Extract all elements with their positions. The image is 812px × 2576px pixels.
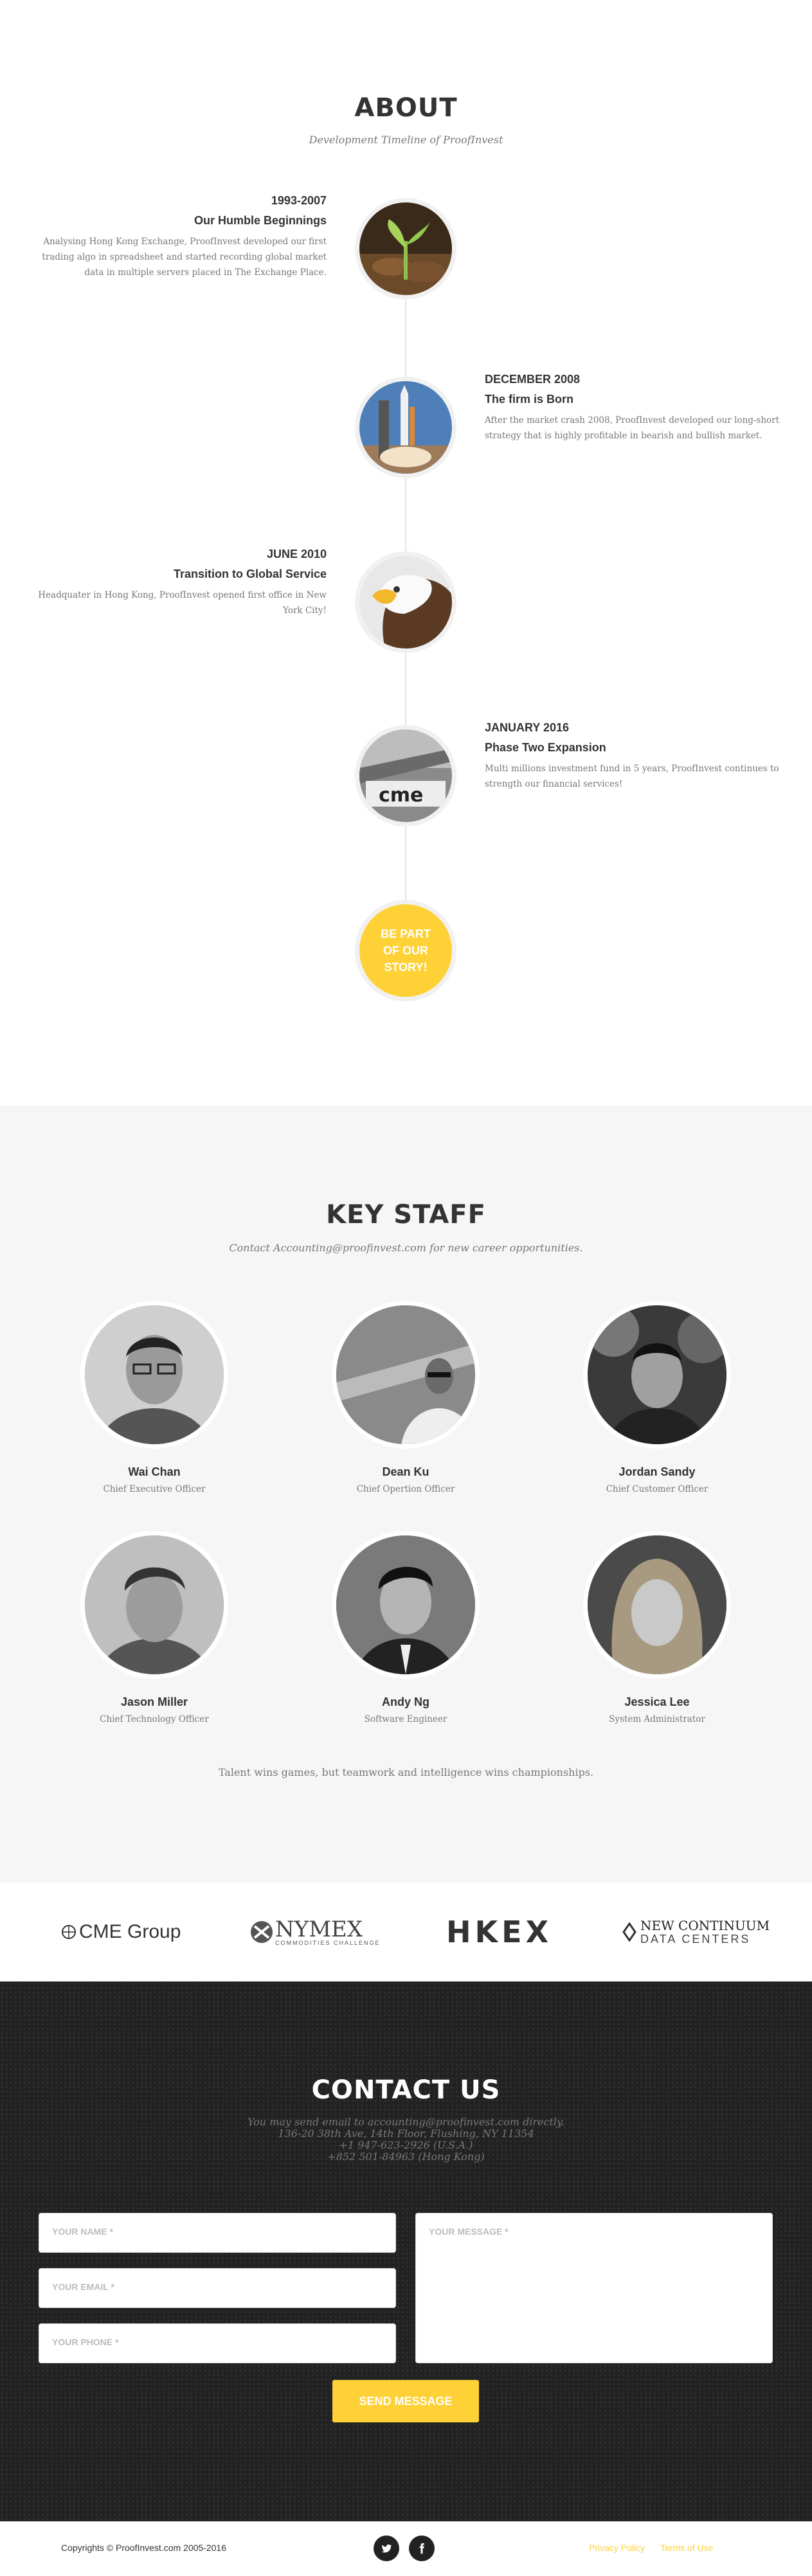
cme-group-text: CME Group bbox=[79, 1921, 181, 1942]
nc-bottom-text: DATA CENTERS bbox=[640, 1933, 751, 1945]
cme-group-logo: CME Group bbox=[61, 1913, 181, 1951]
about-subtitle: Development Timeline of ProofInvest bbox=[309, 134, 503, 146]
contact-line: +852 501-84963 (Hong Kong) bbox=[327, 2151, 485, 2163]
staff-name: Jason Miller bbox=[120, 1695, 188, 1708]
avatar bbox=[80, 1301, 228, 1449]
privacy-policy-link[interactable]: Privacy Policy bbox=[589, 2543, 645, 2553]
nymex-emblem-icon bbox=[251, 1921, 273, 1943]
svg-text:cme: cme bbox=[379, 784, 423, 807]
contact-line: You may send email to accounting@proofin… bbox=[248, 2116, 564, 2128]
staff-member: Andy Ng Software Engineer bbox=[309, 1531, 502, 1724]
staff-member: Wai Chan Chief Executive Officer bbox=[58, 1301, 251, 1494]
timeline-description: Multi millions investment fund in 5 year… bbox=[485, 764, 779, 789]
staff-role: Chief Executive Officer bbox=[103, 1484, 206, 1494]
timeline-heading: Transition to Global Service bbox=[173, 568, 327, 580]
timeline-date: JUNE 2010 bbox=[266, 548, 327, 560]
nymex-text: NYMEX bbox=[275, 1916, 363, 1942]
rocket-launch-photo bbox=[355, 377, 456, 478]
staff-member: Jordan Sandy Chief Customer Officer bbox=[561, 1301, 753, 1494]
seedling-photo bbox=[355, 198, 456, 300]
staff-subtitle: Contact Accounting@proofinvest.com for n… bbox=[229, 1242, 583, 1254]
avatar bbox=[583, 1301, 731, 1449]
hkex-text: HKEX bbox=[446, 1915, 553, 1949]
twitter-link[interactable] bbox=[374, 2536, 399, 2561]
timeline-description: Headquater in Hong Kong, ProofInvest ope… bbox=[38, 590, 327, 616]
avatar bbox=[332, 1531, 480, 1679]
partner-logos: CME Group NYMEX COMMODITIES CHALLENGE HK… bbox=[0, 1883, 812, 1981]
staff-member: Jessica Lee System Administrator bbox=[561, 1531, 753, 1724]
facebook-link[interactable] bbox=[409, 2536, 435, 2561]
copyright-text: Copyrights © ProofInvest.com 2005-2016 bbox=[61, 2543, 227, 2553]
staff-member: Jason Miller Chief Technology Officer bbox=[58, 1531, 251, 1724]
email-field[interactable]: YOUR EMAIL * bbox=[39, 2268, 396, 2308]
eagle-photo bbox=[355, 551, 456, 653]
new-continuum-logo: NEW CONTINUUM DATA CENTERS bbox=[622, 1913, 770, 1951]
message-field[interactable]: YOUR MESSAGE * bbox=[415, 2213, 773, 2363]
facebook-icon bbox=[419, 2543, 424, 2554]
staff-name: Wai Chan bbox=[128, 1465, 181, 1478]
timeline-item-3: JUNE 2010 Transition to Global Service H… bbox=[31, 548, 327, 618]
nymex-subtext: COMMODITIES CHALLENGE bbox=[275, 1939, 381, 1946]
nc-top-text: NEW CONTINUUM bbox=[640, 1918, 770, 1933]
staff-name: Jessica Lee bbox=[624, 1695, 690, 1708]
avatar bbox=[332, 1301, 480, 1449]
globe-icon bbox=[62, 1925, 76, 1939]
hkex-logo: HKEX bbox=[446, 1913, 552, 1951]
staff-role: Chief Customer Officer bbox=[606, 1484, 708, 1494]
timeline-description: Analysing Hong Kong Exchange, ProofInves… bbox=[42, 237, 327, 278]
avatar bbox=[80, 1531, 228, 1679]
staff-role: Chief Opertion Officer bbox=[356, 1484, 455, 1494]
send-message-button[interactable]: SEND MESSAGE bbox=[332, 2380, 479, 2422]
twitter-icon bbox=[381, 2544, 392, 2553]
key-staff-section: KEY STAFF Contact Accounting@proofinvest… bbox=[0, 1105, 812, 1883]
contact-line: +1 947-623-2926 (U.S.A.) bbox=[339, 2139, 473, 2151]
be-part-of-story-button[interactable]: BE PART OF OUR STORY! bbox=[355, 900, 456, 1001]
terms-of-use-link[interactable]: Terms of Use bbox=[660, 2543, 713, 2553]
timeline-date: JANUARY 2016 bbox=[485, 721, 570, 734]
footer: Copyrights © ProofInvest.com 2005-2016 P… bbox=[0, 2521, 812, 2576]
cme-building-photo: cme bbox=[355, 725, 456, 827]
avatar bbox=[583, 1531, 731, 1679]
contact-line: 136-20 38th Ave, 14th Floor, Flushing, N… bbox=[278, 2127, 534, 2140]
timeline-heading: Phase Two Expansion bbox=[485, 741, 606, 754]
nc-emblem-icon bbox=[622, 1922, 636, 1942]
timeline-date: 1993-2007 bbox=[271, 194, 327, 207]
staff-name: Andy Ng bbox=[382, 1695, 429, 1708]
contact-title: CONTACT US bbox=[311, 2075, 501, 2105]
staff-role: System Administrator bbox=[609, 1714, 705, 1724]
nymex-logo: NYMEX COMMODITIES CHALLENGE bbox=[249, 1913, 381, 1951]
staff-role: Software Engineer bbox=[364, 1714, 447, 1724]
timeline-heading: Our Humble Beginnings bbox=[194, 214, 327, 227]
name-field[interactable]: YOUR NAME * bbox=[39, 2213, 396, 2253]
staff-name: Jordan Sandy bbox=[618, 1465, 696, 1478]
about-title: ABOUT bbox=[354, 93, 458, 123]
staff-member: Dean Ku Chief Opertion Officer bbox=[309, 1301, 502, 1494]
timeline-item-1: 1993-2007 Our Humble Beginnings Analysin… bbox=[31, 194, 327, 280]
staff-role: Chief Technology Officer bbox=[100, 1714, 209, 1724]
about-section: ABOUT Development Timeline of ProofInves… bbox=[0, 0, 812, 1105]
team-quote: Talent wins games, but teamwork and inte… bbox=[218, 1766, 594, 1778]
staff-title: KEY STAFF bbox=[326, 1200, 486, 1230]
timeline-date: DECEMBER 2008 bbox=[485, 373, 581, 386]
timeline-item-4: JANUARY 2016 Phase Two Expansion Multi m… bbox=[485, 721, 780, 792]
timeline-heading: The firm is Born bbox=[485, 393, 574, 406]
contact-section: CONTACT US You may send email to account… bbox=[0, 1981, 812, 2521]
staff-name: Dean Ku bbox=[382, 1465, 429, 1478]
timeline-item-2: DECEMBER 2008 The firm is Born After the… bbox=[485, 373, 780, 443]
phone-field[interactable]: YOUR PHONE * bbox=[39, 2323, 396, 2363]
timeline-description: After the market crash 2008, ProofInvest… bbox=[485, 415, 780, 441]
